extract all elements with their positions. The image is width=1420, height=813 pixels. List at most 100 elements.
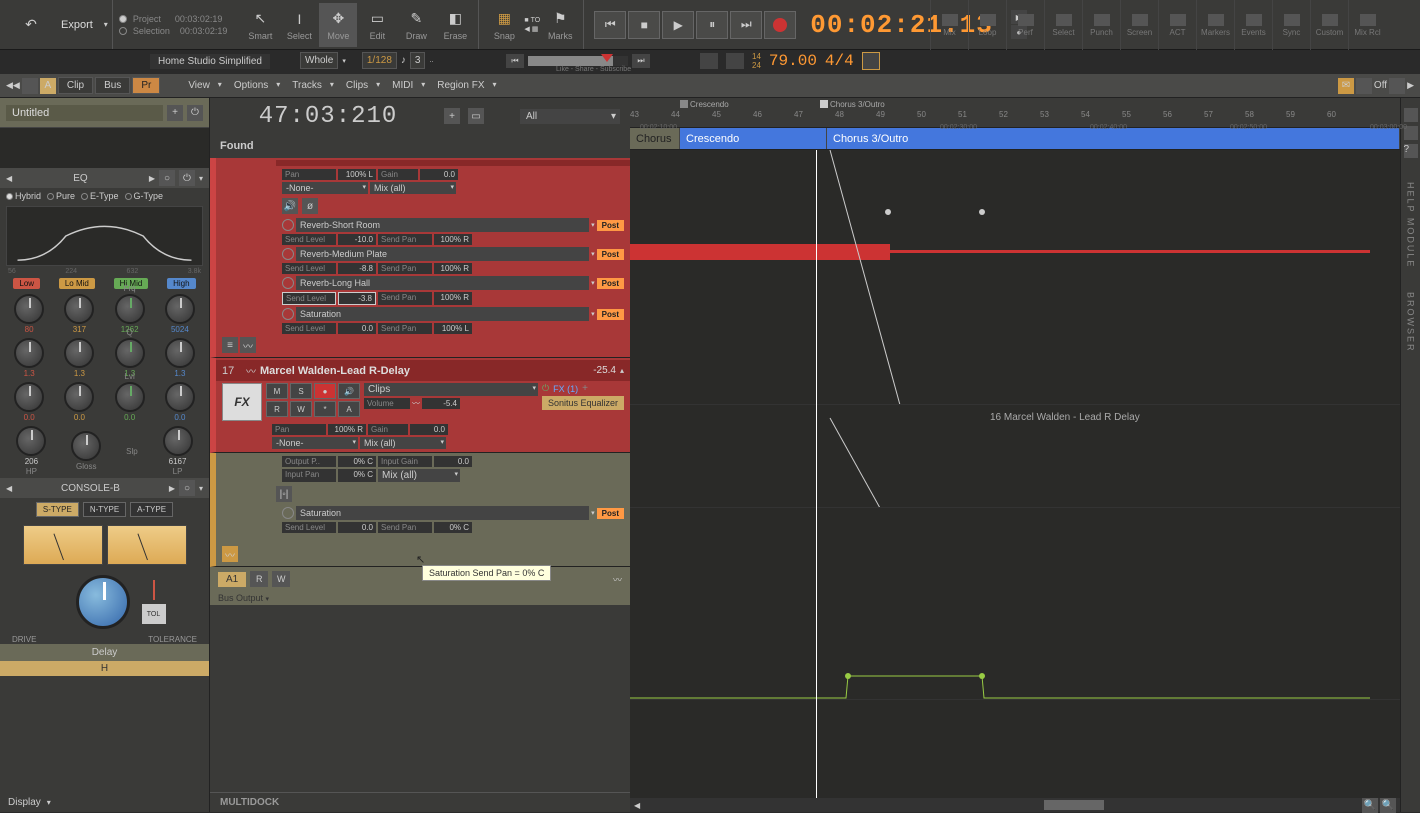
forward-button[interactable]: ⏭ (730, 11, 762, 39)
eq-collapse-left[interactable]: ◀ (6, 174, 12, 183)
solo-button[interactable]: S (290, 383, 312, 399)
send-name-2[interactable]: Reverb-Medium Plate (296, 247, 589, 261)
send-name-1[interactable]: Reverb-Short Room (296, 218, 589, 232)
strip-sync[interactable]: Sync (1272, 0, 1310, 50)
strip-markers[interactable]: Markers (1196, 0, 1234, 50)
tolerance-button[interactable]: TOL (142, 604, 166, 624)
strip-screen[interactable]: Screen (1120, 0, 1158, 50)
bus-wave-btn[interactable]: 〰 (222, 546, 238, 562)
send-power-1[interactable] (282, 219, 294, 231)
draw-tool[interactable]: ✎Draw (397, 3, 435, 47)
eq-type-pure[interactable]: Pure (47, 191, 75, 201)
bus-r[interactable]: R (250, 571, 268, 587)
send-name-4[interactable]: Saturation (296, 307, 589, 321)
q-knob-lomid[interactable] (64, 338, 94, 368)
sub-icon-a[interactable]: A (40, 78, 56, 94)
console-power[interactable]: ○ (179, 480, 195, 496)
cam-icon[interactable] (700, 53, 718, 69)
scroll-thumb[interactable] (1044, 800, 1104, 810)
bus-send-power[interactable] (282, 507, 294, 519)
input-none[interactable]: -None- (282, 182, 368, 194)
marks-button[interactable]: ⚑Marks (541, 3, 579, 47)
ruler[interactable]: Crescendo Chorus 3/Outro 434445464748495… (630, 98, 1400, 128)
sub-icon-r1[interactable] (1389, 78, 1405, 94)
mute-button[interactable]: M (266, 383, 288, 399)
output-mix-2[interactable]: Mix (all) (360, 437, 446, 449)
send-post-4[interactable]: Post (597, 309, 624, 320)
record-button[interactable] (764, 11, 796, 39)
strip-btn-2[interactable]: 〰 (240, 337, 256, 353)
mini-next[interactable]: ⏭ (632, 54, 650, 68)
zoom-in-icon[interactable]: 🔍 (1380, 797, 1396, 813)
console-stype[interactable]: S-TYPE (36, 502, 79, 517)
monitor-button[interactable]: 🔊 (338, 383, 360, 399)
hp-knob[interactable] (16, 426, 46, 456)
sonitus-chip[interactable]: Sonitus Equalizer (542, 396, 624, 410)
sub-icon-1[interactable] (22, 78, 38, 94)
nav-right-icon[interactable]: ▶ (1407, 80, 1414, 91)
bus-output-label[interactable]: Bus Output (218, 593, 263, 603)
read-button[interactable]: R (266, 401, 288, 417)
stop-button[interactable]: ■ (628, 11, 660, 39)
send-power-3[interactable] (282, 277, 294, 289)
send-post-3[interactable]: Post (597, 278, 624, 289)
audio-clip-1[interactable] (630, 244, 890, 260)
lvl-knob-high[interactable] (165, 382, 195, 412)
playhead[interactable] (816, 150, 817, 798)
midi-menu[interactable]: MIDI (384, 78, 427, 93)
tracks-menu[interactable]: Tracks (284, 78, 336, 93)
rail-icon-1[interactable] (1404, 108, 1418, 122)
export-button[interactable]: Export (51, 15, 103, 35)
band-high[interactable]: High (167, 278, 195, 289)
h-scrollbar[interactable]: ◀ 🔍 🔍 (630, 798, 1400, 812)
eq-type-hybrid[interactable]: Hybrid (6, 191, 41, 201)
metronome-icon[interactable] (862, 52, 880, 70)
snap-val2[interactable]: 3 (410, 52, 426, 69)
eq-type-e[interactable]: E-Type (81, 191, 119, 201)
lp-knob[interactable] (163, 426, 193, 456)
play-button[interactable]: ▶ (662, 11, 694, 39)
send-post-1[interactable]: Post (597, 220, 624, 231)
bus-post[interactable]: Post (597, 508, 624, 519)
q-knob-himid[interactable] (115, 338, 145, 368)
track-strip-17[interactable]: 17 〰 Marcel Walden-Lead R-Delay -25.4 ▴ … (210, 358, 630, 453)
browser-tab[interactable]: BROWSER (1406, 292, 1416, 353)
strip-mix[interactable]: Mix (930, 0, 968, 50)
nav-left-icon[interactable]: ◀◀ (6, 80, 20, 91)
strip-custom[interactable]: Custom (1310, 0, 1348, 50)
tempo-display[interactable]: 79.00 (769, 52, 817, 70)
sidebar-title[interactable]: Untitled (6, 105, 163, 121)
timesig-display[interactable]: 4/4 (825, 52, 854, 70)
rewind-button[interactable]: ⏮ (594, 11, 626, 39)
output-mix[interactable]: Mix (all) (370, 182, 456, 194)
band-low[interactable]: Low (13, 278, 40, 289)
mini-prev[interactable]: ⏮ (506, 54, 524, 68)
eq-power[interactable]: ⏻ (179, 170, 195, 186)
gloss-knob[interactable] (71, 431, 101, 461)
undo-button[interactable]: ↶ (12, 3, 50, 47)
console-right[interactable]: ▶ (169, 484, 175, 493)
fx-rack-icon[interactable]: FX (222, 383, 262, 421)
bus-button[interactable]: Bus (95, 77, 130, 94)
off-toggle[interactable]: Off (1374, 80, 1387, 91)
arm-button[interactable]: ● (314, 383, 336, 399)
strip-act[interactable]: ACT (1158, 0, 1196, 50)
time-mode[interactable]: ▭ (468, 108, 484, 124)
h-label[interactable]: H (0, 661, 209, 676)
clip-button[interactable]: Clip (58, 77, 93, 94)
write-button[interactable]: W (290, 401, 312, 417)
snap-button[interactable]: ▦Snap (485, 3, 523, 47)
rail-help-icon[interactable]: ? (1404, 144, 1418, 158)
help-module-tab[interactable]: HELP MODULE (1406, 182, 1416, 268)
console-ntype[interactable]: N-TYPE (83, 502, 126, 517)
robot-icon[interactable] (726, 53, 744, 69)
pause-button[interactable]: ⏸ (696, 11, 728, 39)
send-power-4[interactable] (282, 308, 294, 320)
bus-a1-row[interactable]: A1 R W 〰 (210, 567, 630, 591)
view-menu[interactable]: View (180, 78, 224, 93)
freq-knob-high[interactable] (165, 294, 195, 324)
eq-curve-display[interactable] (6, 206, 203, 266)
mail-icon[interactable]: ✉ (1338, 78, 1354, 94)
audio-clip-1b[interactable] (890, 250, 990, 253)
band-lomid[interactable]: Lo Mid (59, 278, 95, 289)
